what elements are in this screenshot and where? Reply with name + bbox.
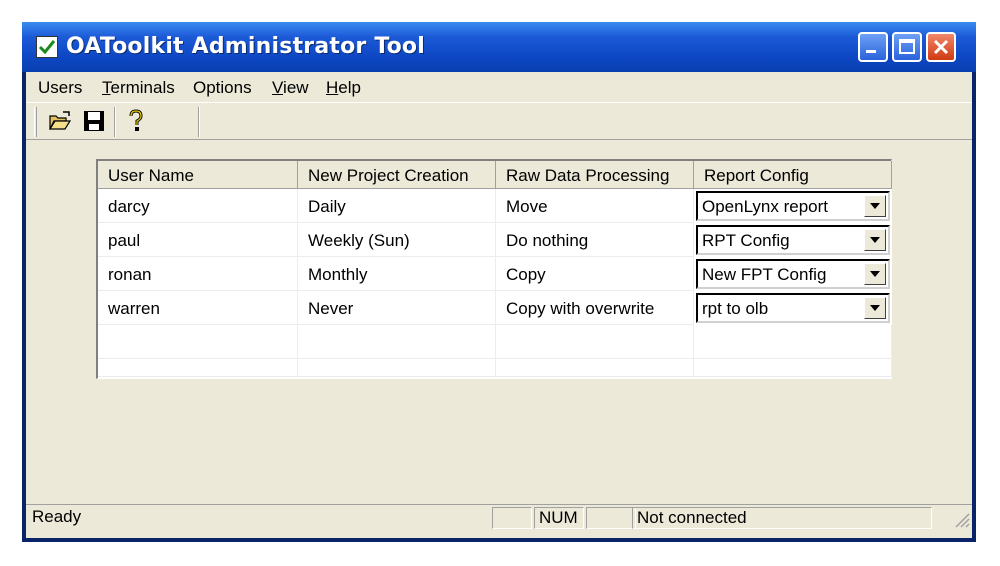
toolbar-separator (198, 107, 200, 137)
dropdown-value: New FPT Config (702, 265, 827, 284)
open-folder-icon[interactable] (48, 109, 72, 133)
report-config-dropdown[interactable]: OpenLynx report (696, 191, 890, 221)
toolbar (26, 102, 972, 140)
resize-grip-icon[interactable] (952, 510, 970, 528)
chevron-down-icon (870, 305, 880, 311)
table-cell-user[interactable]: paul (98, 223, 298, 257)
empty-cell[interactable] (694, 325, 892, 359)
column-header-user-name[interactable]: User Name (98, 161, 298, 189)
report-config-dropdown[interactable]: rpt to olb (696, 293, 890, 323)
table-cell-processing[interactable]: Copy (496, 257, 694, 291)
dropdown-value: rpt to olb (702, 299, 769, 318)
window-title: OAToolkit Administrator Tool (66, 34, 425, 59)
table-cell-creation[interactable]: Daily (298, 189, 496, 223)
column-header-raw-data-processing[interactable]: Raw Data Processing (496, 161, 694, 189)
dropdown-button[interactable] (864, 195, 886, 217)
minimize-button[interactable] (858, 32, 888, 62)
dropdown-button[interactable] (864, 229, 886, 251)
toolbar-separator (114, 107, 116, 137)
users-grid: User Name New Project Creation Raw Data … (96, 159, 892, 379)
menu-help[interactable]: Help (326, 78, 361, 98)
column-header-report-config[interactable]: Report Config (694, 161, 892, 189)
toolbar-grip[interactable] (34, 107, 37, 137)
close-button[interactable] (926, 32, 956, 62)
status-spacer (586, 507, 636, 529)
minimize-icon (866, 50, 876, 53)
chevron-down-icon (870, 271, 880, 277)
dropdown-value: RPT Config (702, 231, 790, 250)
dropdown-button[interactable] (864, 297, 886, 319)
status-connection: Not connected (632, 507, 932, 529)
maximize-icon (899, 39, 915, 54)
menu-view[interactable]: View (272, 78, 309, 98)
status-spacer (492, 507, 532, 529)
empty-cell[interactable] (496, 325, 694, 359)
empty-cell[interactable] (98, 359, 298, 377)
status-bar: Ready NUM Not connected (26, 504, 972, 530)
chevron-down-icon (870, 203, 880, 209)
table-cell-processing[interactable]: Do nothing (496, 223, 694, 257)
app-window: OAToolkit Administrator Tool Users Termi… (22, 22, 976, 542)
empty-cell[interactable] (694, 359, 892, 377)
save-disk-icon[interactable] (82, 109, 106, 133)
menu-users[interactable]: Users (38, 78, 82, 98)
chevron-down-icon (870, 237, 880, 243)
app-checkmark-icon (36, 36, 58, 58)
dropdown-button[interactable] (864, 263, 886, 285)
maximize-button[interactable] (892, 32, 922, 62)
table-cell-creation[interactable]: Monthly (298, 257, 496, 291)
menu-bar: Users Terminals Options View Help (26, 72, 972, 102)
table-cell-user[interactable]: ronan (98, 257, 298, 291)
report-config-dropdown[interactable]: New FPT Config (696, 259, 890, 289)
help-question-icon[interactable] (124, 109, 148, 133)
close-icon (933, 39, 949, 55)
table-cell-user[interactable]: darcy (98, 189, 298, 223)
empty-cell[interactable] (298, 325, 496, 359)
table-cell-processing[interactable]: Move (496, 189, 694, 223)
report-config-dropdown[interactable]: RPT Config (696, 225, 890, 255)
table-cell-processing[interactable]: Copy with overwrite (496, 291, 694, 325)
menu-options[interactable]: Options (193, 78, 252, 98)
status-ready: Ready (32, 507, 82, 526)
empty-cell[interactable] (496, 359, 694, 377)
table-cell-creation[interactable]: Never (298, 291, 496, 325)
table-cell-user[interactable]: warren (98, 291, 298, 325)
status-num: NUM (534, 507, 584, 529)
title-bar[interactable]: OAToolkit Administrator Tool (22, 22, 976, 72)
dropdown-value: OpenLynx report (702, 197, 828, 216)
table-cell-creation[interactable]: Weekly (Sun) (298, 223, 496, 257)
empty-cell[interactable] (298, 359, 496, 377)
empty-cell[interactable] (98, 325, 298, 359)
column-header-new-project-creation[interactable]: New Project Creation (298, 161, 496, 189)
menu-terminals[interactable]: Terminals (102, 78, 175, 98)
